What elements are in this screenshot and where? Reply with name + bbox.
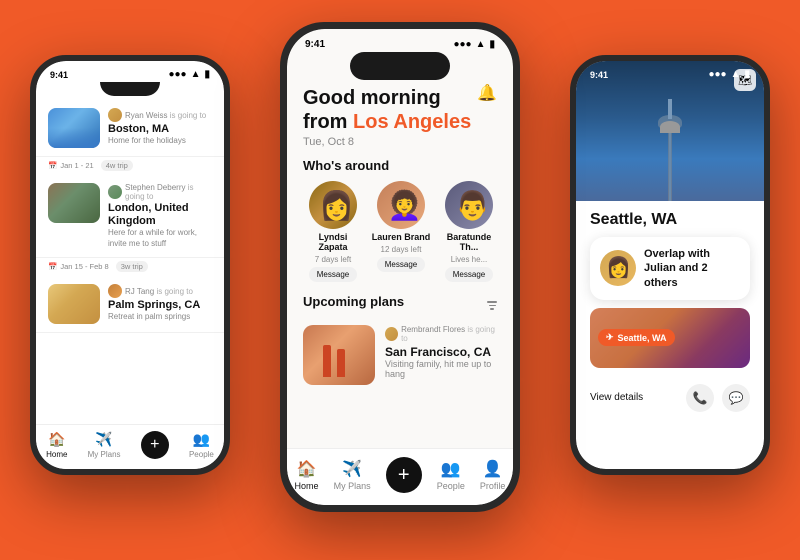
trip-city-boston: Boston, MA	[108, 123, 212, 136]
trip-card-palm[interactable]: RJ Tang is going to Palm Springs, CA Ret…	[36, 276, 224, 333]
greeting: Good morning from Los Angeles	[303, 86, 497, 134]
nav-add-button[interactable]: +	[141, 431, 169, 459]
nav-home[interactable]: 🏠 Home	[46, 431, 67, 459]
user-avatar-rj	[108, 284, 122, 298]
plan-desc-sf: Visiting family, hit me up to hang	[385, 359, 497, 379]
view-details-row: View details 📞 💬	[576, 378, 764, 418]
center-nav-plans[interactable]: ✈️ My Plans	[334, 459, 371, 491]
person-name-lauren: Lauren Brand	[372, 232, 431, 242]
left-phone: 9:41 ●●● ▲ ▮ Ryan Weiss is going to Bost…	[30, 55, 230, 475]
center-bottom-nav: 🏠 Home ✈️ My Plans + 👥 People 👤 Profile	[287, 448, 513, 505]
plan-user-avatar-rembrandt	[385, 327, 398, 341]
user-avatar-stephen	[108, 185, 122, 199]
person-days-lyndsi: 7 days left	[315, 255, 351, 264]
left-status-bar: 9:41 ●●● ▲ ▮	[36, 61, 224, 82]
trip-card-boston[interactable]: Ryan Weiss is going to Boston, MA Home f…	[36, 100, 224, 157]
person-name-baratunde: Baratunde Th...	[439, 232, 497, 252]
plan-user-name-rembrandt: Rembrandt Flores is going to	[401, 325, 497, 343]
center-signal-icon: ●●●	[453, 39, 471, 50]
center-status-bar: 9:41 ●●● ▲ ▮	[287, 29, 513, 52]
person-days-baratunde: Lives he...	[451, 255, 487, 264]
message-button[interactable]: 💬	[722, 384, 750, 412]
center-battery-icon: ▮	[489, 39, 495, 50]
upcoming-title: Upcoming plans	[303, 294, 404, 309]
view-details-button[interactable]: View details	[590, 392, 643, 403]
right-signal-icon: ●●●	[708, 69, 726, 80]
center-nav-profile[interactable]: 👤 Profile	[480, 459, 506, 491]
person-days-lauren: 12 days left	[381, 245, 422, 254]
center-wifi-icon: ▲	[476, 39, 486, 50]
center-time: 9:41	[305, 39, 325, 50]
overlap-card[interactable]: Overlap withJulian and 2 others	[590, 237, 750, 300]
user-name-rj: RJ Tang is going to	[125, 287, 193, 296]
person-lauren[interactable]: Lauren Brand 12 days left Message	[371, 181, 431, 282]
avatar-lauren	[377, 181, 425, 229]
seattle-badge-card: ✈ Seattle, WA	[590, 308, 750, 368]
right-content: Seattle, WA Overlap withJulian and 2 oth…	[576, 201, 764, 378]
message-btn-baratunde[interactable]: Message	[445, 267, 493, 282]
center-content: 🔔 Good morning from Los Angeles Tue, Oct…	[287, 86, 513, 385]
trip-city-palm: Palm Springs, CA	[108, 299, 212, 312]
overlap-text: Overlap withJulian and 2 others	[644, 247, 740, 290]
message-btn-lauren[interactable]: Message	[377, 257, 425, 272]
plan-image-sf	[303, 325, 375, 385]
center-phone: 9:41 ●●● ▲ ▮ 🔔 Good morning from Los Ang…	[280, 22, 520, 512]
call-button[interactable]: 📞	[686, 384, 714, 412]
plan-info-sf: Rembrandt Flores is going to San Francis…	[385, 325, 497, 379]
whos-around-section: Lyndsi Zapata 7 days left Message Lauren…	[303, 181, 497, 282]
trip-image-boston	[48, 108, 100, 148]
right-phone: 9:41 ●●● ▲ ▮ 🗺 Seattle, WA Overlap withJ…	[570, 55, 770, 475]
plan-card-sf[interactable]: Rembrandt Flores is going to San Francis…	[303, 325, 497, 385]
trip-dates-london: 📅 Jan 15 - Feb 8 3w trip	[36, 258, 224, 272]
center-nav-add[interactable]: +	[386, 457, 422, 493]
user-avatar-ryan	[108, 108, 122, 122]
upcoming-section: Upcoming plans Rembrandt Flores is going…	[303, 294, 497, 385]
right-battery-icon: ▮	[744, 69, 750, 80]
overlap-avatar	[600, 250, 636, 286]
sort-icon[interactable]	[487, 301, 497, 310]
nav-people[interactable]: 👥 People	[189, 431, 214, 459]
wifi-icon: ▲	[191, 69, 201, 80]
trip-info-palm: RJ Tang is going to Palm Springs, CA Ret…	[108, 284, 212, 323]
trip-desc-boston: Home for the holidays	[108, 136, 212, 146]
trip-dates-boston: 📅 Jan 1 - 21 4w trip	[36, 157, 224, 171]
battery-icon: ▮	[204, 69, 210, 80]
greeting-date: Tue, Oct 8	[303, 136, 497, 148]
right-header-image: 🗺	[576, 61, 764, 201]
right-status-bar: 9:41 ●●● ▲ ▮	[576, 61, 764, 82]
person-name-lyndsi: Lyndsi Zapata	[303, 232, 363, 252]
user-name-ryan: Ryan Weiss is going to	[125, 111, 206, 120]
whos-around-title: Who's around	[303, 158, 497, 173]
avatar-baratunde	[445, 181, 493, 229]
trip-info-boston: Ryan Weiss is going to Boston, MA Home f…	[108, 108, 212, 147]
center-nav-people[interactable]: 👥 People	[437, 459, 465, 491]
user-name-stephen: Stephen Deberry is going to	[125, 183, 212, 201]
right-time: 9:41	[590, 70, 608, 80]
message-btn-lyndsi[interactable]: Message	[309, 267, 357, 282]
signal-icon: ●●●	[168, 69, 186, 80]
center-nav-home[interactable]: 🏠 Home	[295, 459, 319, 491]
nav-my-plans[interactable]: ✈️ My Plans	[88, 431, 121, 459]
person-lyndsi[interactable]: Lyndsi Zapata 7 days left Message	[303, 181, 363, 282]
trip-image-palm	[48, 284, 100, 324]
left-bottom-nav: 🏠 Home ✈️ My Plans + 👥 People	[36, 424, 224, 469]
trip-desc-london: Here for a while for work, invite me to …	[108, 228, 212, 249]
trip-image-uk	[48, 183, 100, 223]
trip-city-london: London, United Kingdom	[108, 202, 212, 228]
notch	[100, 82, 160, 96]
trip-card-london[interactable]: Stephen Deberry is going to London, Unit…	[36, 175, 224, 258]
person-baratunde[interactable]: Baratunde Th... Lives he... Message	[439, 181, 497, 282]
seattle-badge: ✈ Seattle, WA	[598, 329, 675, 346]
bell-icon[interactable]: 🔔	[477, 86, 497, 103]
left-time: 9:41	[50, 70, 68, 80]
avatar-lyndsi	[309, 181, 357, 229]
right-wifi-icon: ▲	[731, 69, 741, 80]
upcoming-header: Upcoming plans	[303, 294, 497, 317]
right-city: Seattle, WA	[590, 211, 750, 229]
trip-desc-palm: Retreat in palm springs	[108, 312, 212, 322]
plan-city-sf: San Francisco, CA	[385, 345, 497, 359]
trip-info-london: Stephen Deberry is going to London, Unit…	[108, 183, 212, 249]
dynamic-island	[350, 52, 450, 80]
